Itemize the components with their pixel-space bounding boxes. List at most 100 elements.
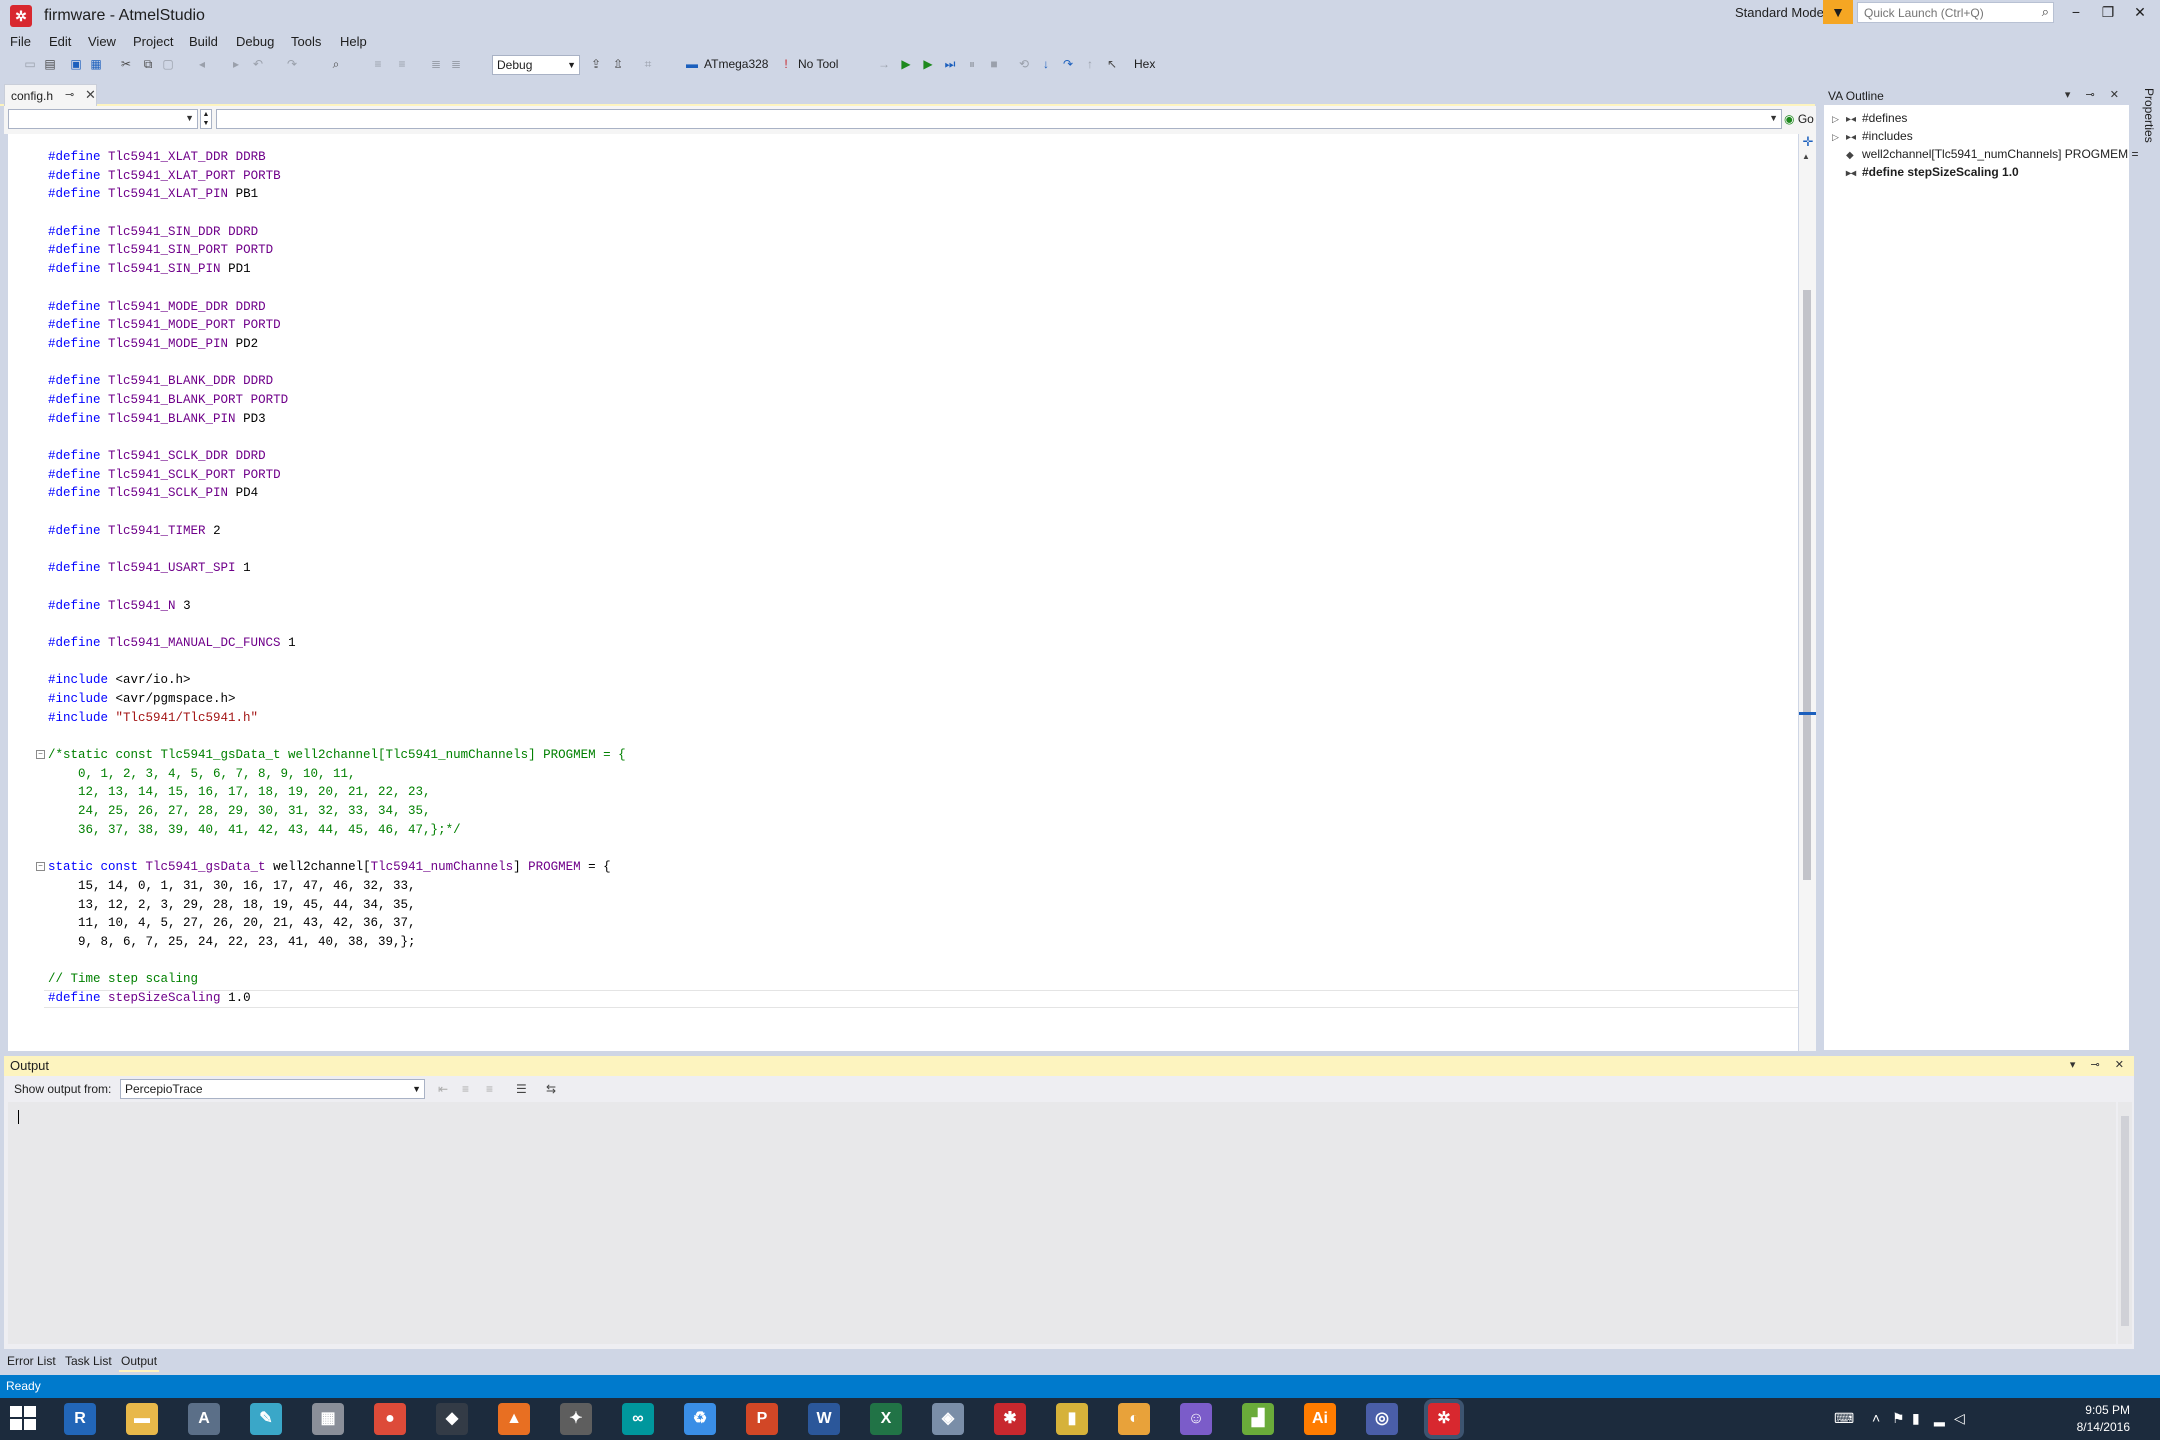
scope-dropdown[interactable]: ▼ — [8, 109, 198, 129]
quick-launch-input[interactable] — [1858, 3, 2028, 22]
start-debugging-icon[interactable]: ▶ — [898, 56, 914, 72]
open-file-icon[interactable]: ▤ — [42, 56, 58, 72]
code-line[interactable]: 13, 12, 2, 3, 29, 28, 18, 19, 45, 44, 34… — [48, 896, 626, 915]
code-line[interactable]: 36, 37, 38, 39, 40, 41, 42, 43, 44, 45, … — [48, 821, 626, 840]
indent-icon[interactable]: ≡ — [370, 56, 386, 72]
code-line[interactable]: #define Tlc5941_MODE_PORT PORTD — [48, 316, 626, 335]
solidworks-icon[interactable]: ✱ — [994, 1403, 1026, 1435]
code-line[interactable]: #define Tlc5941_TIMER 2 — [48, 522, 626, 541]
collapse-region-icon[interactable]: − — [36, 862, 45, 872]
comment-icon[interactable]: ≣ — [428, 56, 444, 72]
next-message-icon[interactable]: ≡ — [486, 1082, 493, 1096]
scroll-thumb[interactable] — [2121, 1116, 2129, 1326]
step-into-icon[interactable]: ↓ — [1038, 56, 1054, 72]
save-all-icon[interactable]: ▦ — [88, 56, 104, 72]
maximize-button[interactable]: ❐ — [2092, 4, 2124, 24]
editor-vertical-scrollbar[interactable]: ✛ ▲ — [1799, 134, 1816, 1051]
navigate-back-icon[interactable]: ◂ — [194, 56, 210, 72]
calculator-icon[interactable]: ▦ — [312, 1403, 344, 1435]
va-outline-item[interactable]: ▸◂ #define stepSizeScaling 1.0 — [1832, 163, 2019, 181]
stop-icon[interactable]: ■ — [986, 56, 1002, 72]
step-over-icon[interactable]: ↷ — [1060, 56, 1076, 72]
word-icon[interactable]: W — [808, 1403, 840, 1435]
panel-controls[interactable]: ▾ ⊸ ✕ — [2070, 1058, 2130, 1071]
arduino-icon[interactable]: ∞ — [622, 1403, 654, 1435]
start-without-debugging-icon[interactable]: ▶ — [920, 56, 936, 72]
code-line[interactable]: #define Tlc5941_XLAT_DDR DDRB — [48, 148, 626, 167]
code-line[interactable]: #define Tlc5941_BLANK_PIN PD3 — [48, 410, 626, 429]
properties-tab[interactable]: Properties — [2134, 84, 2156, 154]
code-line[interactable] — [48, 354, 626, 373]
menu-tools[interactable]: Tools — [291, 32, 321, 52]
va-outline-item[interactable]: ▷ ▸◂ #defines — [1832, 109, 1907, 127]
code-line[interactable]: #define Tlc5941_MODE_PIN PD2 — [48, 335, 626, 354]
action-center-icon[interactable]: ⚑ — [1892, 1410, 1905, 1427]
code-line[interactable] — [48, 204, 626, 223]
word-wrap-icon[interactable]: ⇆ — [546, 1082, 556, 1096]
code-line[interactable]: #define Tlc5941_BLANK_PORT PORTD — [48, 391, 626, 410]
reset-icon[interactable]: ⟲ — [1016, 56, 1032, 72]
outdent-icon[interactable]: ≡ — [394, 56, 410, 72]
code-line[interactable]: 12, 13, 14, 15, 16, 17, 18, 19, 20, 21, … — [48, 783, 626, 802]
save-icon[interactable]: ▣ — [68, 56, 84, 72]
notification-filter-icon[interactable]: ▼ — [1823, 0, 1853, 24]
code-line[interactable] — [48, 503, 626, 522]
cortana-icon[interactable]: A — [188, 1403, 220, 1435]
vs-installer-icon[interactable]: ◈ — [932, 1403, 964, 1435]
output-vertical-scrollbar[interactable] — [2118, 1102, 2132, 1344]
code-line[interactable]: #define Tlc5941_SCLK_PORT PORTD — [48, 466, 626, 485]
code-line[interactable]: 0, 1, 2, 3, 4, 5, 6, 7, 8, 9, 10, 11, — [48, 765, 626, 784]
previous-message-icon[interactable]: ≡ — [462, 1082, 469, 1096]
copy-icon[interactable]: ⧉ — [140, 56, 156, 72]
file-explorer-icon[interactable]: ▬ — [126, 1403, 158, 1435]
powerpoint-icon[interactable]: P — [746, 1403, 778, 1435]
uncomment-icon[interactable]: ≣ — [448, 56, 464, 72]
expand-arrow-icon[interactable]: ▷ — [1832, 110, 1846, 128]
code-line[interactable] — [48, 653, 626, 672]
code-line[interactable]: − static const Tlc5941_gsData_t well2chan… — [36, 858, 626, 877]
panel-controls[interactable]: ▾ ⊸ ✕ — [2065, 88, 2125, 101]
code-line[interactable]: 24, 25, 26, 27, 28, 29, 30, 31, 32, 33, … — [48, 802, 626, 821]
code-line[interactable]: #define Tlc5941_SIN_PIN PD1 — [48, 260, 626, 279]
code-line[interactable]: 15, 14, 0, 1, 31, 30, 16, 17, 47, 46, 32… — [48, 877, 626, 896]
code-line[interactable] — [48, 952, 626, 971]
menu-file[interactable]: File — [10, 32, 31, 52]
output-source-select[interactable]: PercepioTrace ▼ — [120, 1079, 425, 1099]
code-line[interactable]: #define Tlc5941_SCLK_PIN PD4 — [48, 484, 626, 503]
usb-drive-icon[interactable]: ▮ — [1056, 1403, 1088, 1435]
menu-help[interactable]: Help — [340, 32, 367, 52]
tab-task-list[interactable]: Task List — [63, 1352, 114, 1370]
network-icon[interactable]: ▮ — [1912, 1410, 1920, 1427]
clock-time[interactable]: 9:05 PM — [2085, 1403, 2130, 1417]
windows-start-icon[interactable] — [10, 1406, 38, 1432]
quick-launch-box[interactable]: ⌕ — [1857, 2, 2054, 23]
menu-build[interactable]: Build — [189, 32, 218, 52]
gimp-icon[interactable]: ✦ — [560, 1403, 592, 1435]
illustrator-icon[interactable]: Ai — [1304, 1403, 1336, 1435]
build-icon[interactable]: ⇪ — [588, 56, 604, 72]
code-line[interactable]: #include <avr/io.h> — [48, 671, 626, 690]
clock-date[interactable]: 8/14/2016 — [2077, 1420, 2130, 1434]
r-icon[interactable]: R — [64, 1403, 96, 1435]
go-button[interactable]: ◉ Go — [1784, 109, 1816, 129]
new-project-icon[interactable]: ▭ — [22, 56, 38, 72]
step-arrow-icon[interactable]: → — [876, 56, 892, 72]
find-message-icon[interactable]: ⇤ — [438, 1082, 448, 1096]
close-button[interactable]: ✕ — [2124, 4, 2156, 24]
hex-label[interactable]: Hex — [1134, 57, 1155, 71]
find-in-files-icon[interactable]: ⌕ — [328, 56, 344, 72]
code-line[interactable]: #define Tlc5941_SIN_DDR DDRD — [48, 223, 626, 242]
collapse-region-icon[interactable]: − — [36, 750, 45, 759]
output-text-area[interactable] — [8, 1102, 2116, 1344]
member-dropdown[interactable]: ▼ — [216, 109, 1782, 129]
redo-icon[interactable]: ↷ — [284, 56, 300, 72]
eclipse-icon[interactable]: ◎ — [1366, 1403, 1398, 1435]
keyboard-icon[interactable]: ⌨ — [1834, 1410, 1854, 1427]
code-line[interactable] — [48, 727, 626, 746]
minimize-button[interactable]: − — [2060, 4, 2092, 24]
close-icon[interactable]: ✕ — [85, 87, 96, 103]
atmel-studio-icon[interactable]: ✲ — [1428, 1403, 1460, 1435]
code-line[interactable]: #define Tlc5941_MODE_DDR DDRD — [48, 298, 626, 317]
device-programming-icon[interactable]: ⌗ — [640, 56, 656, 72]
atmel-logo-icon[interactable]: ✲ — [10, 5, 32, 27]
